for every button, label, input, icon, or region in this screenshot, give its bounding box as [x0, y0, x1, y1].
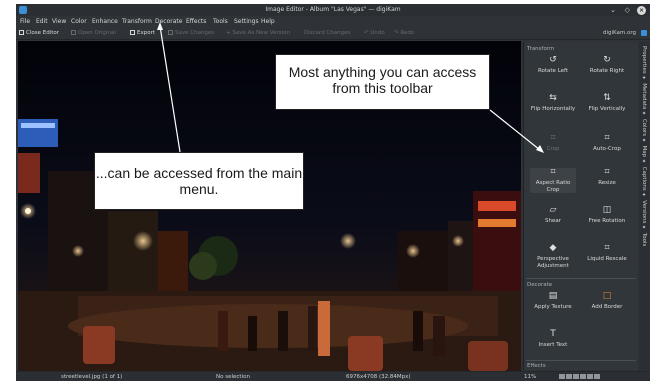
view-mode-button[interactable] [580, 374, 586, 379]
status-dimensions: 6976x4708 (32.84Mpx) [346, 374, 411, 380]
view-mode-button[interactable] [573, 374, 579, 379]
menu-color[interactable]: Color [71, 18, 87, 25]
open-original-icon [71, 30, 76, 35]
sidebar-tab-labels[interactable]: Properties ✦ Metadata ✦ Colors ✦ Map ✦ C… [641, 46, 647, 246]
perspective-adjustment-tool[interactable]: ◆ Perspective Adjustment [530, 244, 576, 269]
menu-view[interactable]: View [52, 18, 66, 25]
aspect-ratio-crop-icon: ⌗ [550, 167, 556, 177]
view-mode-button[interactable] [587, 374, 593, 379]
maximize-diamond-icon[interactable]: ◇ [625, 6, 630, 14]
border-icon: □ [602, 291, 612, 301]
main-toolbar: Close Editor Open Original Export Save C… [16, 27, 650, 40]
text-icon: T [550, 329, 556, 339]
menu-tools[interactable]: Tools [213, 18, 228, 25]
view-mode-button[interactable] [594, 374, 600, 379]
decorate-section-header: Decorate [527, 282, 553, 288]
perspective-icon: ◆ [549, 243, 557, 253]
status-filename: streetlevel.jpg (1 of 1) [61, 374, 123, 380]
add-border-tool[interactable]: □ Add Border [584, 292, 630, 311]
crop-icon: ⌗ [550, 133, 556, 143]
resize-icon: ⌗ [604, 167, 610, 177]
liquid-rescale-icon: ⌗ [604, 243, 610, 253]
menu-help[interactable]: Help [261, 18, 275, 25]
effects-section-header: Effects [527, 363, 546, 369]
export-button[interactable]: Export [130, 30, 155, 36]
open-original-button[interactable]: Open Original [71, 30, 116, 36]
menu-bar: File Edit View Color Enhance Transform D… [16, 16, 650, 27]
resize-tool[interactable]: ⌗ Resize [584, 168, 630, 187]
apply-texture-tool[interactable]: ▤ Apply Texture [530, 292, 576, 311]
redo-button[interactable]: ↷ Redo [394, 30, 414, 36]
auto-crop-icon: ⌗ [604, 133, 610, 143]
liquid-rescale-tool[interactable]: ⌗ Liquid Rescale [584, 244, 630, 263]
callout-menu-annotation: ...can be accessed from the main menu. [94, 152, 304, 210]
panel-divider [526, 278, 636, 279]
window-title: Image Editor - Album "Las Vegas" — digiK… [265, 6, 401, 13]
free-rotation-tool[interactable]: ◫ Free Rotation [584, 206, 630, 225]
export-icon [130, 30, 135, 35]
auto-crop-tool[interactable]: ⌗ Auto-Crop [584, 134, 630, 153]
undo-button[interactable]: ↶ Undo [364, 30, 385, 36]
sidebar-tab-strip[interactable]: Properties ✦ Metadata ✦ Colors ✦ Map ✦ C… [639, 42, 650, 370]
aspect-ratio-crop-tool[interactable]: ⌗ Aspect Ratio Crop [530, 168, 576, 193]
callout-toolbar-annotation: Most anything you can access from this t… [275, 54, 490, 110]
status-zoom[interactable]: 11% [524, 374, 536, 380]
flip-horizontal-icon: ⇆ [549, 93, 557, 103]
menu-enhance[interactable]: Enhance [92, 18, 118, 25]
flip-horizontally-tool[interactable]: ⇆ Flip Horizontally [530, 94, 576, 113]
menu-file[interactable]: File [20, 18, 30, 25]
close-editor-button[interactable]: Close Editor [19, 30, 59, 36]
rotate-right-icon: ↻ [603, 55, 611, 65]
discard-changes-button[interactable]: Discard Changes [304, 30, 350, 36]
insert-text-tool[interactable]: T Insert Text [530, 330, 576, 349]
texture-icon: ▤ [548, 291, 558, 301]
menu-decorate[interactable]: Decorate [155, 18, 182, 25]
menu-settings[interactable]: Settings [234, 18, 259, 25]
save-icon [168, 30, 173, 35]
save-changes-button[interactable]: Save Changes [168, 30, 214, 36]
title-bar: Image Editor - Album "Las Vegas" — digiK… [16, 4, 650, 16]
close-window-icon[interactable]: × [637, 6, 646, 15]
shear-tool[interactable]: ▱ Shear [530, 206, 576, 225]
view-mode-buttons[interactable] [559, 374, 601, 381]
minimize-chevron-icon[interactable]: ⌄ [610, 6, 616, 14]
menu-edit[interactable]: Edit [36, 18, 48, 25]
rotate-right-tool[interactable]: ↻ Rotate Right [584, 56, 630, 75]
brand-link[interactable]: digiKam.org [603, 30, 636, 36]
rotate-left-tool[interactable]: ↺ Rotate Left [530, 56, 576, 75]
tool-panel: Transform ↺ Rotate Left ↻ Rotate Right ⇆… [523, 42, 638, 370]
status-selection: No selection [216, 374, 250, 380]
flip-vertically-tool[interactable]: ⇅ Flip Vertically [584, 94, 630, 113]
rotate-left-icon: ↺ [549, 55, 557, 65]
view-mode-button[interactable] [559, 374, 565, 379]
digikam-brand-icon[interactable] [641, 30, 647, 36]
crop-tool[interactable]: ⌗ Crop [530, 134, 576, 153]
view-mode-button[interactable] [566, 374, 572, 379]
menu-transform[interactable]: Transform [122, 18, 152, 25]
status-bar: streetlevel.jpg (1 of 1) No selection 69… [16, 371, 650, 381]
transform-section-header: Transform [527, 46, 555, 52]
shear-icon: ▱ [549, 205, 557, 215]
flip-vertical-icon: ⇅ [603, 93, 611, 103]
save-as-new-version-button[interactable]: + Save As New Version [226, 30, 290, 36]
free-rotation-icon: ◫ [602, 205, 612, 215]
menu-effects[interactable]: Effects [186, 18, 206, 25]
panel-divider [526, 360, 636, 361]
close-editor-icon [19, 30, 24, 35]
